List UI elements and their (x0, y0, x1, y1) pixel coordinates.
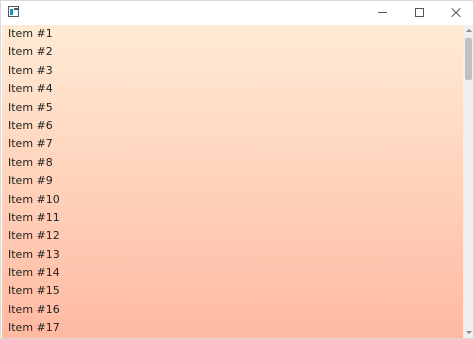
maximize-button[interactable] (400, 1, 438, 25)
list-item[interactable]: Item #17 (2, 319, 463, 337)
list-item[interactable]: Item #1 (2, 25, 463, 43)
list-panel: Item #1 Item #2 Item #3 Item #4 Item #5 … (2, 25, 463, 338)
item-list: Item #1 Item #2 Item #3 Item #4 Item #5 … (2, 25, 463, 338)
app-window-icon (8, 6, 19, 17)
vertical-scrollbar[interactable] (463, 25, 473, 338)
list-item[interactable]: Item #2 (2, 43, 463, 61)
list-item[interactable]: Item #6 (2, 117, 463, 135)
list-item[interactable]: Item #9 (2, 172, 463, 190)
list-item[interactable]: Item #8 (2, 154, 463, 172)
minimize-button[interactable] (363, 1, 401, 25)
list-item[interactable]: Item #5 (2, 99, 463, 117)
scroll-down-arrow-icon[interactable] (463, 327, 473, 338)
title-bar[interactable] (1, 1, 473, 25)
list-item[interactable]: Item #7 (2, 135, 463, 153)
list-item[interactable]: Item #10 (2, 191, 463, 209)
list-item[interactable]: Item #15 (2, 282, 463, 300)
list-item[interactable]: Item #16 (2, 301, 463, 319)
list-item[interactable]: Item #14 (2, 264, 463, 282)
list-item[interactable]: Item #12 (2, 227, 463, 245)
list-item[interactable]: Item #3 (2, 62, 463, 80)
list-item[interactable]: Item #4 (2, 80, 463, 98)
scroll-up-arrow-icon[interactable] (463, 25, 473, 36)
list-item[interactable]: Item #11 (2, 209, 463, 227)
app-window: Item #1 Item #2 Item #3 Item #4 Item #5 … (0, 0, 474, 339)
scrollbar-thumb[interactable] (465, 38, 472, 80)
close-button[interactable] (437, 1, 473, 25)
list-item[interactable]: Item #13 (2, 246, 463, 264)
